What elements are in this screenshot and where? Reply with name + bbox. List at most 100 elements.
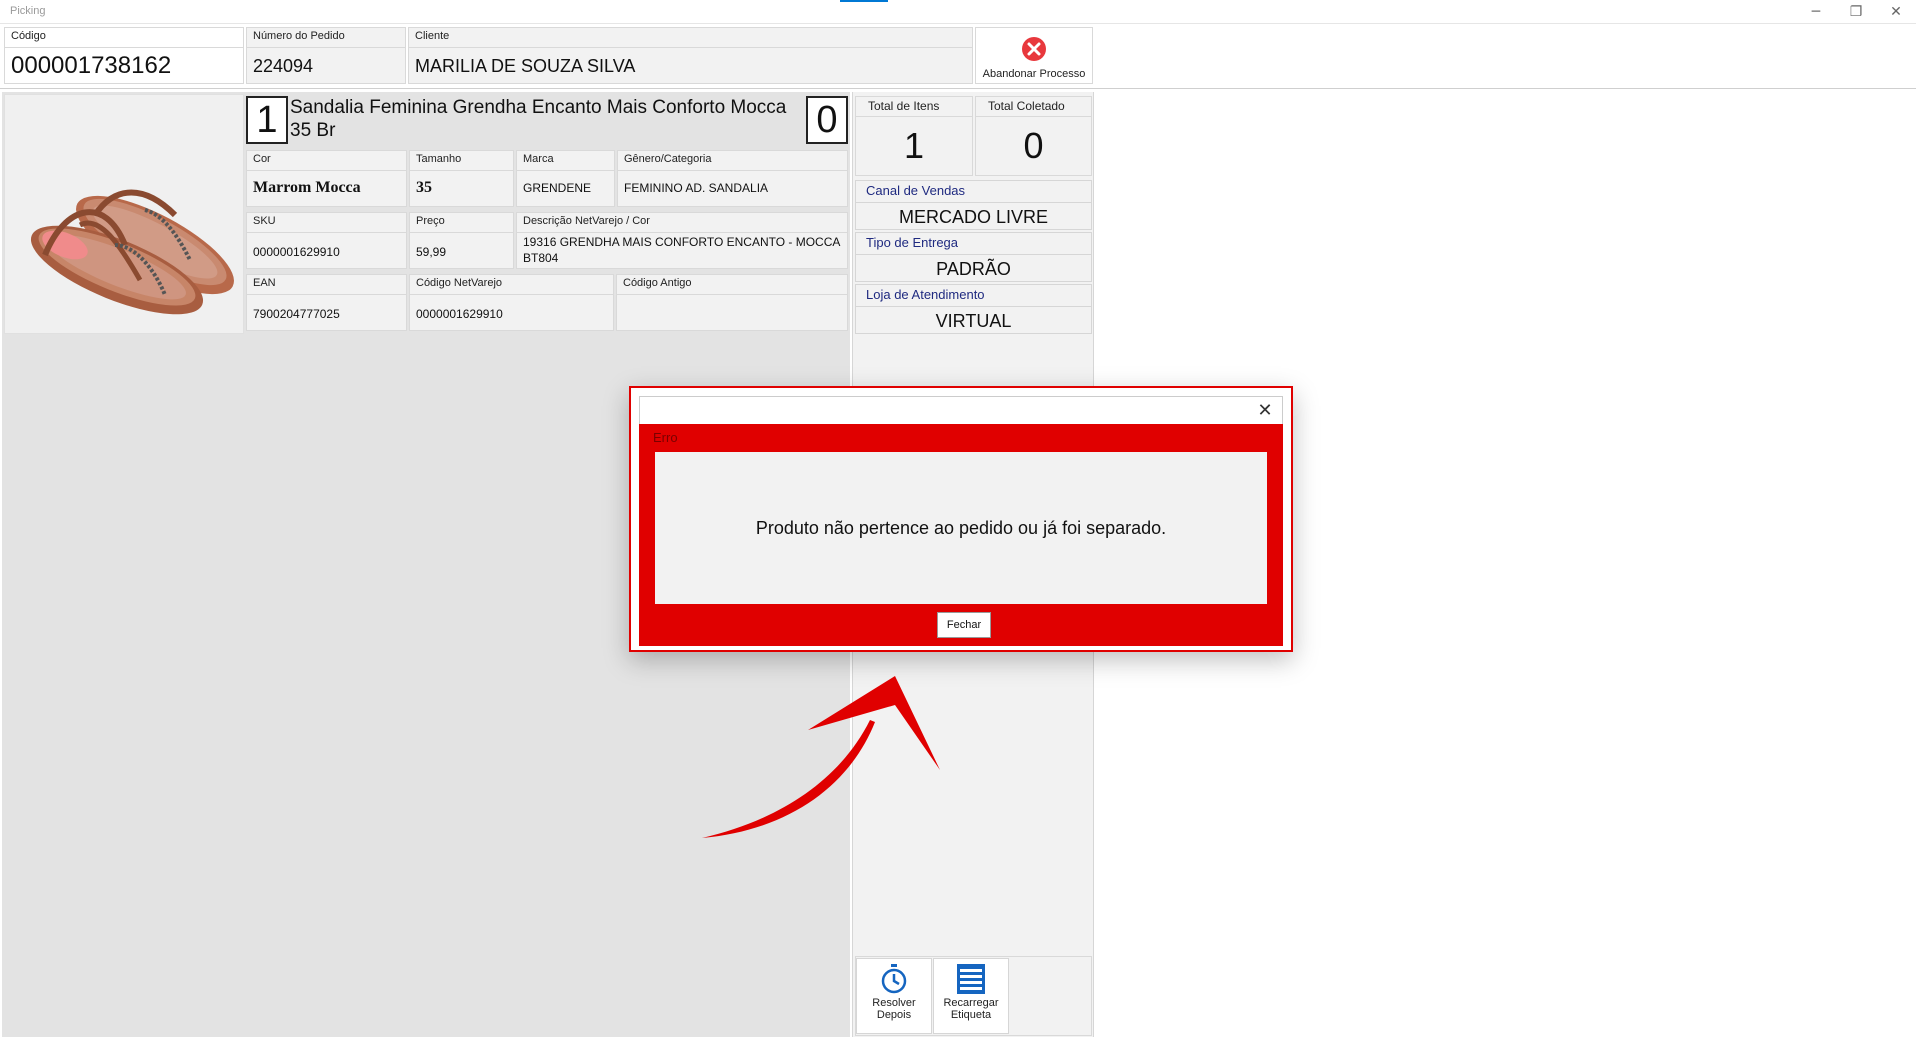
resolver-depois-label-2: Depois — [876, 1009, 912, 1021]
canal-vendas-value: MERCADO LIVRE — [898, 207, 1049, 227]
error-dialog: ✕ Erro Produto não pertence ao pedido ou… — [629, 386, 1293, 652]
dialog-close-button[interactable]: ✕ — [1254, 400, 1276, 422]
titlebar-accent — [840, 0, 888, 2]
divider — [856, 116, 972, 117]
marca-field: Marca GRENDENE — [516, 150, 615, 207]
dialog-caption: Erro — [653, 430, 678, 445]
cliente-value: MARILIA DE SOUZA SILVA — [415, 56, 636, 76]
numero-pedido-field: Número do Pedido 224094 — [246, 27, 406, 84]
total-coletado-value: 0 — [1023, 125, 1044, 166]
codigo-netvarejo-field: Código NetVarejo 0000001629910 — [409, 274, 614, 331]
dialog-body: Erro Produto não pertence ao pedido ou j… — [639, 424, 1283, 646]
codigo-label: Código — [11, 30, 46, 42]
ean-value: 7900204777025 — [253, 307, 340, 321]
fechar-button[interactable]: Fechar — [937, 612, 991, 638]
cor-label: Cor — [253, 153, 271, 165]
recarregar-etiqueta-label-1: Recarregar — [943, 997, 999, 1009]
divider — [410, 170, 513, 171]
tipo-entrega-label: Tipo de Entrega — [866, 235, 959, 250]
descricao-field: Descrição NetVarejo / Cor 19316 GRENDHA … — [516, 212, 848, 269]
total-itens-label: Total de Itens — [868, 99, 940, 113]
close-circle-icon — [1022, 37, 1046, 61]
divider — [247, 170, 406, 171]
divider — [247, 294, 406, 295]
total-coletado-label: Total Coletado — [988, 99, 1065, 113]
abandon-process-button[interactable]: Abandonar Processo — [975, 27, 1093, 84]
sandal-image — [30, 189, 234, 315]
genero-value: FEMININO AD. SANDALIA — [624, 181, 769, 195]
divider — [409, 47, 972, 48]
dialog-message-box: Produto não pertence ao pedido ou já foi… — [655, 452, 1267, 604]
numero-pedido-label: Número do Pedido — [253, 30, 345, 42]
divider — [617, 294, 847, 295]
divider — [247, 232, 406, 233]
total-itens-box: Total de Itens 1 — [855, 96, 973, 176]
divider — [5, 47, 243, 48]
preco-value: 59,99 — [416, 245, 447, 259]
codigo-input[interactable]: 000001738162 — [11, 52, 171, 80]
preco-label: Preço — [416, 215, 445, 227]
close-window-button[interactable]: ✕ — [1876, 0, 1916, 24]
marca-label: Marca — [523, 153, 554, 165]
codigo-antigo-field: Código Antigo — [616, 274, 848, 331]
tamanho-field: Tamanho 35 — [409, 150, 514, 207]
recarregar-etiqueta-button[interactable]: Recarregar Etiqueta — [933, 958, 1009, 1034]
quantity-right: 0 — [816, 98, 838, 141]
quantity-left-box: 1 — [246, 96, 288, 144]
divider — [856, 202, 1091, 203]
genero-label: Gênero/Categoria — [624, 153, 712, 165]
sku-label: SKU — [253, 215, 276, 227]
divider — [856, 254, 1091, 255]
codigo-antigo-label: Código Antigo — [623, 277, 692, 289]
minimize-button[interactable]: ─ — [1796, 0, 1836, 24]
cor-field: Cor Marrom Mocca — [246, 150, 407, 207]
divider — [247, 47, 405, 48]
minimize-icon: ─ — [1811, 4, 1821, 20]
resolver-depois-button[interactable]: Resolver Depois — [856, 958, 932, 1034]
annotation-arrow — [702, 676, 940, 838]
quantity-left: 1 — [256, 98, 278, 141]
divider — [517, 232, 847, 233]
divider — [856, 306, 1091, 307]
divider — [410, 232, 513, 233]
ean-label: EAN — [253, 277, 276, 289]
canal-vendas-box: Canal de Vendas MERCADO LIVRE — [855, 180, 1092, 230]
cliente-label: Cliente — [415, 30, 450, 42]
cor-value: Marrom Mocca — [253, 179, 361, 196]
abandon-process-label: Abandonar Processo — [982, 68, 1086, 80]
descricao-value-line2: BT804 — [523, 251, 559, 265]
restore-button[interactable]: ❐ — [1836, 0, 1876, 24]
canal-vendas-label: Canal de Vendas — [866, 183, 966, 198]
codigo-netvarejo-label: Código NetVarejo — [416, 277, 503, 289]
dialog-message: Produto não pertence ao pedido ou já foi… — [755, 517, 1167, 538]
window-title: Picking — [10, 5, 46, 17]
marca-value: GRENDENE — [523, 181, 592, 195]
numero-pedido-value: 224094 — [253, 56, 314, 76]
loja-atendimento-label: Loja de Atendimento — [866, 287, 985, 302]
descricao-label: Descrição NetVarejo / Cor — [523, 215, 650, 227]
recarregar-etiqueta-label-2: Etiqueta — [950, 1009, 992, 1021]
descricao-value-line1: 19316 GRENDHA MAIS CONFORTO ENCANTO - MO… — [523, 235, 841, 249]
tipo-entrega-box: Tipo de Entrega PADRÃO — [855, 232, 1092, 282]
tamanho-label: Tamanho — [416, 153, 462, 165]
divider — [976, 116, 1091, 117]
resolver-depois-label-1: Resolver — [872, 997, 916, 1009]
total-itens-value: 1 — [903, 125, 925, 166]
ean-field: EAN 7900204777025 — [246, 274, 407, 331]
codigo-field[interactable]: Código 000001738162 — [4, 27, 244, 84]
product-title: Sandalia Feminina Grendha Encanto Mais C… — [290, 97, 787, 141]
cliente-field: Cliente MARILIA DE SOUZA SILVA — [408, 27, 973, 84]
tamanho-value: 35 — [416, 179, 432, 196]
sku-field: SKU 0000001629910 — [246, 212, 407, 269]
header-divider — [0, 88, 1916, 89]
sku-value: 0000001629910 — [253, 245, 340, 259]
genero-field: Gênero/Categoria FEMININO AD. SANDALIA — [617, 150, 848, 207]
divider — [517, 170, 614, 171]
divider — [618, 170, 847, 171]
divider — [410, 294, 613, 295]
window-titlebar: Picking ─ ❐ ✕ — [0, 0, 1916, 24]
list-icon — [957, 964, 985, 994]
stopwatch-icon — [881, 964, 907, 994]
codigo-netvarejo-value: 0000001629910 — [416, 307, 503, 321]
close-icon: ✕ — [1890, 4, 1902, 20]
